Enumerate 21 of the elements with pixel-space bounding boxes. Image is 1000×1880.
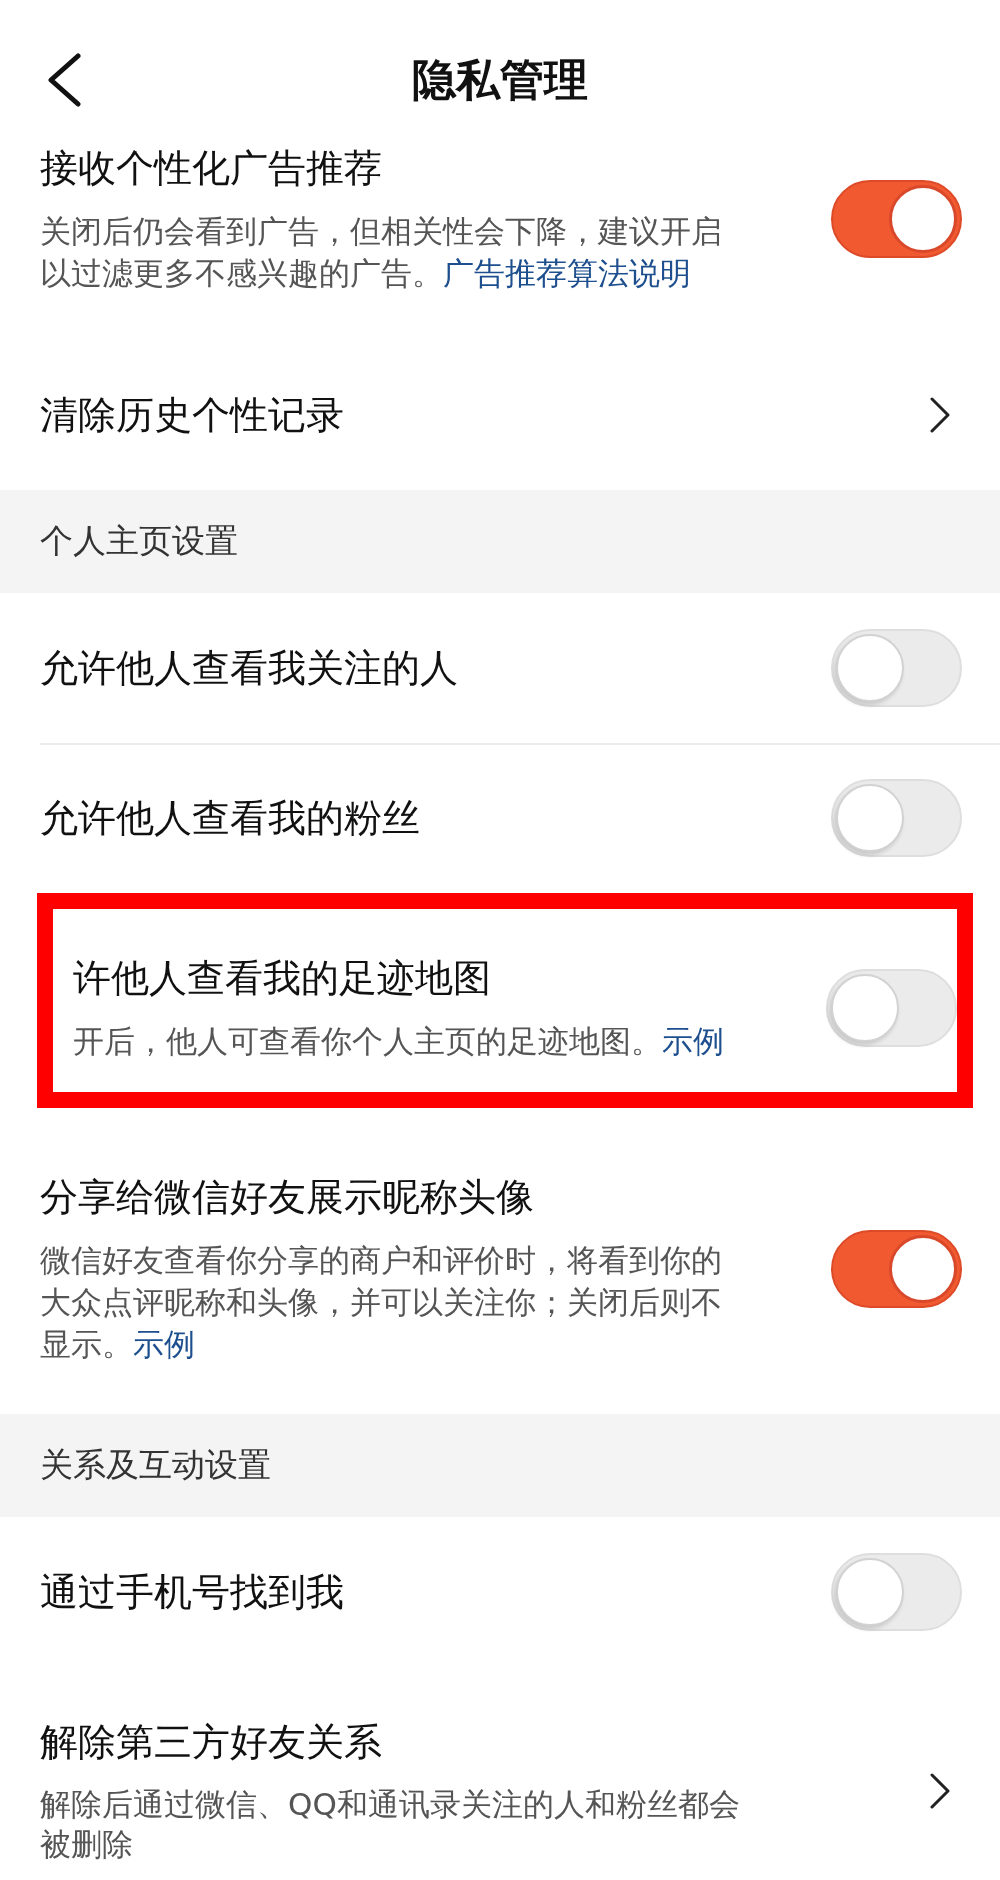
description-link[interactable]: 示例 [133, 1326, 195, 1362]
chevron-right-icon[interactable] [929, 397, 951, 433]
section-header: 个人主页设置 [0, 490, 1000, 593]
setting-title: 清除历史个性记录 [40, 392, 345, 439]
setting-title: 通过手机号找到我 [40, 1569, 345, 1616]
setting-title: 分享给微信好友展示昵称头像 [40, 1174, 535, 1221]
setting-description: 关闭后仍会看到广告，但相关性会下降，建议开启以过滤更多不感兴趣的广告。广告推荐算法说明 [40, 212, 723, 293]
section-header: 关系及互动设置 [0, 1414, 1000, 1517]
chevron-left-icon[interactable] [46, 53, 82, 107]
setting-title: 允许他人查看我关注的人 [40, 645, 459, 692]
setting-title: 允许他人查看我的粉丝 [40, 795, 421, 842]
setting-title: 许他人查看我的足迹地图 [73, 955, 492, 1002]
page-title: 隐私管理 [411, 53, 589, 107]
setting-title: 解除第三方好友关系 [40, 1719, 383, 1766]
description-link[interactable]: 示例 [662, 1023, 724, 1059]
chevron-right-icon[interactable] [929, 1772, 951, 1809]
setting-description: 开后，他人可查看你个人主页的足迹地图。示例 [73, 1022, 725, 1061]
description-link[interactable]: 广告推荐算法说明 [443, 255, 691, 291]
setting-description: 解除后通过微信、QQ和通讯录关注的人和粉丝都会被删除 [40, 1785, 741, 1864]
setting-description: 微信好友查看你分享的商户和评价时，将看到你的大众点评昵称和头像，并可以关注你；关闭后则不显示。示例 [40, 1241, 723, 1364]
setting-title: 接收个性化广告推荐 [40, 145, 383, 192]
